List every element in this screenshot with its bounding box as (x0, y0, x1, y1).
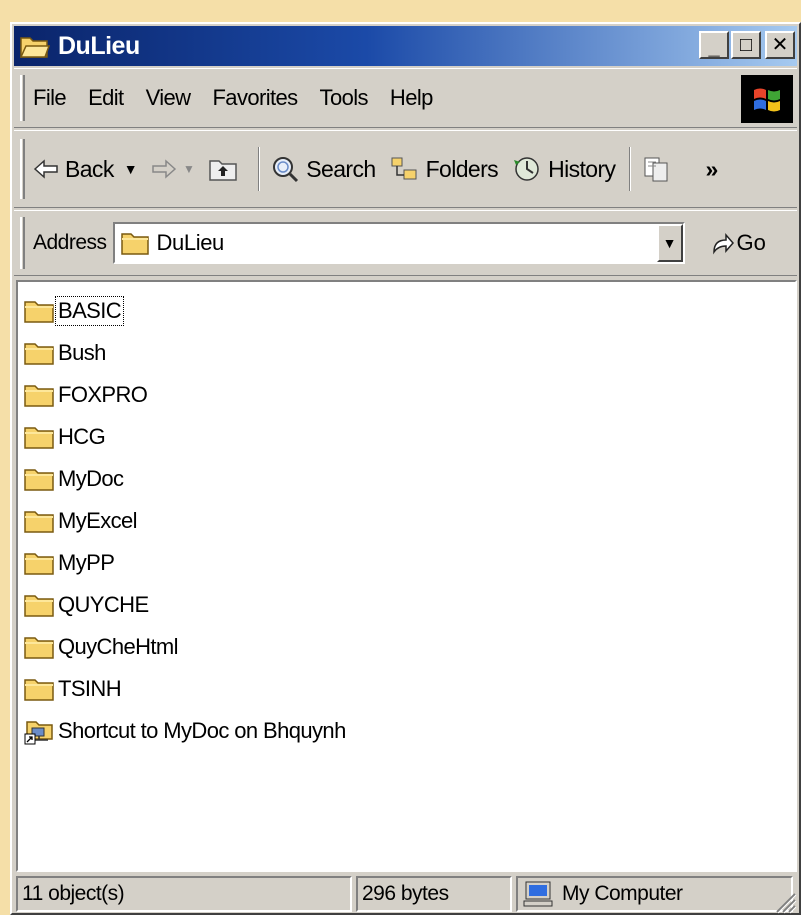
close-button[interactable]: ✕ (765, 31, 795, 59)
folder-icon (24, 634, 54, 660)
back-button[interactable]: Back ▼ (33, 155, 138, 183)
address-value: DuLieu (156, 230, 225, 255)
list-item[interactable]: MyDoc (18, 458, 795, 500)
item-label: TSINH (58, 676, 122, 701)
item-label: Shortcut to MyDoc on Bhquynh (58, 718, 346, 743)
history-label: History (548, 155, 616, 182)
folder-icon (24, 340, 54, 366)
object-count-text: 11 object(s) (22, 882, 125, 905)
list-item[interactable]: Shortcut to MyDoc on Bhquynh (18, 710, 795, 752)
menu-edit[interactable]: Edit (88, 85, 124, 111)
back-dropdown-icon[interactable]: ▼ (124, 161, 138, 177)
item-label: MyExcel (58, 508, 138, 533)
toolbar-separator (258, 147, 261, 191)
folders-button[interactable]: Folders (390, 155, 499, 183)
item-label: BASIC (54, 296, 125, 326)
up-button[interactable] (208, 156, 244, 182)
folders-label: Folders (425, 155, 499, 182)
minimize-button[interactable]: _ (699, 31, 729, 59)
chevron-down-icon: ▼ (662, 235, 677, 251)
folder-icon (24, 508, 54, 534)
size-text: 296 bytes (362, 882, 449, 905)
menu-view[interactable]: View (146, 85, 191, 111)
item-label: QuyCheHtml (58, 634, 179, 659)
history-button[interactable]: History (512, 155, 616, 183)
resize-grip-icon[interactable] (773, 890, 797, 914)
folder-icon (24, 298, 54, 324)
item-label: FOXPRO (58, 382, 148, 407)
folder-icon (24, 424, 54, 450)
list-item[interactable]: TSINH (18, 668, 795, 710)
toolbar-separator-2 (629, 147, 632, 191)
list-item[interactable]: QuyCheHtml (18, 626, 795, 668)
list-item[interactable]: MyPP (18, 542, 795, 584)
folder-icon (24, 676, 54, 702)
search-icon (270, 155, 300, 183)
folder-icon (24, 550, 54, 576)
item-label: MyPP (58, 550, 115, 575)
address-bar: Address DuLieu ▼ Go (14, 210, 797, 276)
item-label: QUYCHE (58, 592, 149, 617)
title-bar[interactable]: DuLieu _ □ ✕ (14, 26, 797, 66)
toolbar-overflow-button[interactable]: » (705, 156, 718, 183)
menu-help[interactable]: Help (390, 85, 433, 111)
forward-dropdown-icon[interactable]: ▼ (183, 162, 195, 176)
back-arrow-icon (33, 159, 59, 179)
item-label: HCG (58, 424, 106, 449)
item-label: Bush (58, 340, 106, 365)
forward-arrow-icon (151, 159, 177, 179)
folder-icon (120, 231, 149, 255)
list-item[interactable]: BASIC (18, 290, 795, 332)
go-button[interactable]: Go (709, 230, 766, 256)
minimize-icon: _ (708, 37, 720, 59)
file-list[interactable]: BASIC Bush FOXPRO HCG MyDoc MyExcel MyPP… (16, 280, 797, 872)
zone-text: My Computer (562, 882, 683, 905)
menu-grip[interactable] (20, 74, 25, 122)
network-shortcut-icon (24, 716, 54, 746)
windows-logo-icon (741, 75, 793, 123)
status-zone: My Computer (516, 876, 793, 912)
status-size: 296 bytes (356, 876, 512, 912)
maximize-button[interactable]: □ (731, 31, 761, 59)
back-label: Back (65, 155, 114, 182)
up-folder-icon (208, 156, 238, 182)
address-label: Address (33, 231, 107, 254)
folder-icon (24, 592, 54, 618)
my-computer-icon (522, 880, 554, 908)
toolbar-grip[interactable] (20, 138, 25, 200)
status-object-count: 11 object(s) (16, 876, 352, 912)
close-icon: ✕ (771, 34, 789, 56)
explorer-window: DuLieu _ □ ✕ File Edit View Favorites To… (10, 22, 801, 915)
address-input[interactable]: DuLieu ▼ (112, 222, 685, 264)
menu-favorites[interactable]: Favorites (212, 85, 298, 111)
folder-icon (24, 382, 54, 408)
address-grip[interactable] (20, 217, 25, 269)
menu-file[interactable]: File (33, 85, 67, 111)
status-bar: 11 object(s) 296 bytes My Computer (16, 876, 797, 914)
window-title: DuLieu (58, 31, 140, 60)
standard-toolbar: Back ▼ ▼ Search Folders History » (14, 130, 797, 208)
list-item[interactable]: QUYCHE (18, 584, 795, 626)
forward-button[interactable]: ▼ (151, 159, 195, 179)
move-to-icon (641, 154, 671, 184)
open-folder-icon (19, 33, 51, 59)
go-label: Go (736, 230, 766, 255)
move-to-button[interactable] (641, 154, 677, 184)
item-label: MyDoc (58, 466, 124, 491)
address-dropdown-button[interactable]: ▼ (656, 224, 683, 262)
list-item[interactable]: Bush (18, 332, 795, 374)
go-arrow-icon (709, 230, 735, 256)
list-item[interactable]: MyExcel (18, 500, 795, 542)
list-item[interactable]: HCG (18, 416, 795, 458)
menu-tools[interactable]: Tools (320, 85, 369, 111)
window-controls: _ □ ✕ (697, 31, 795, 59)
history-icon (512, 155, 542, 183)
menu-bar: File Edit View Favorites Tools Help (14, 68, 797, 128)
folder-icon (24, 466, 54, 492)
search-label: Search (306, 155, 376, 182)
maximize-icon: □ (739, 34, 753, 56)
list-item[interactable]: FOXPRO (18, 374, 795, 416)
folders-icon (390, 155, 420, 183)
search-button[interactable]: Search (270, 155, 376, 183)
